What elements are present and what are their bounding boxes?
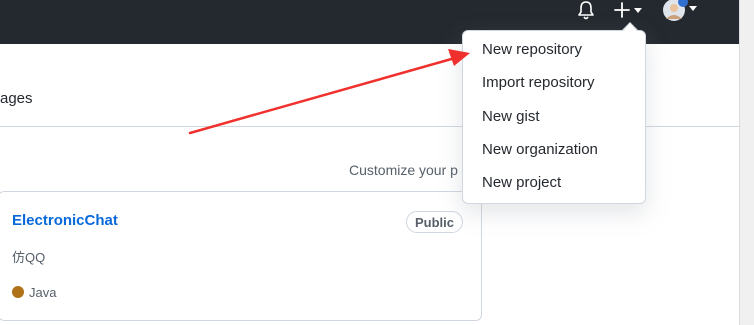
visibility-badge: Public — [406, 211, 464, 233]
menu-item-new-gist[interactable]: New gist — [482, 108, 540, 125]
menu-item-new-organization[interactable]: New organization — [482, 141, 598, 158]
user-avatar-menu[interactable] — [662, 0, 702, 22]
language-color-dot — [12, 286, 24, 298]
create-new-button[interactable] — [612, 0, 648, 22]
nav-tab-packages[interactable]: ages — [0, 90, 33, 107]
notifications-bell-icon[interactable] — [575, 0, 597, 22]
menu-item-new-repository[interactable]: New repository — [482, 41, 582, 58]
dropdown-caret-inner — [623, 23, 637, 31]
menu-item-import-repository[interactable]: Import repository — [482, 74, 595, 91]
repository-language: Java — [29, 285, 57, 300]
menu-item-new-project[interactable]: New project — [482, 174, 561, 191]
repository-description: 仿QQ — [12, 250, 46, 265]
repository-name-link[interactable]: ElectronicChat — [12, 212, 118, 229]
customize-pins-link[interactable]: Customize your p — [349, 162, 464, 178]
page-scrollbar[interactable] — [739, 0, 754, 325]
repository-card — [0, 191, 482, 321]
